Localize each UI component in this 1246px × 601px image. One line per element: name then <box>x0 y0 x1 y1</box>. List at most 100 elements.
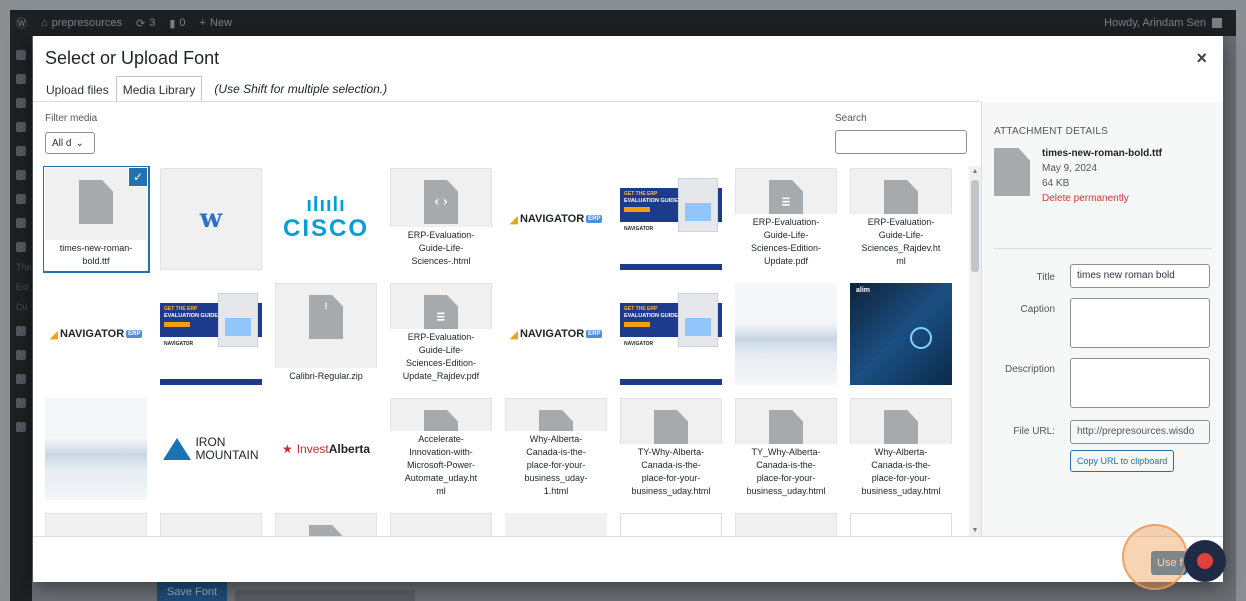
attachment-item[interactable] <box>45 398 147 500</box>
media-modal: Select or Upload Font × Upload files Med… <box>33 36 1223 582</box>
selected-check-icon[interactable]: ✓ <box>128 168 147 187</box>
attachment-item[interactable]: ≡ <box>275 513 377 536</box>
attachment-item[interactable]: ◢ NAVIGATOR ERP <box>505 168 607 270</box>
dashboard-icon[interactable] <box>16 50 26 60</box>
new-content-link[interactable]: + New <box>200 17 232 29</box>
attachment-item[interactable]: w <box>160 168 262 270</box>
guide-brand: NAVIGATOR <box>624 226 654 232</box>
scrollbar-thumb[interactable] <box>971 180 979 272</box>
zipper-glyph-icon: ⁞ <box>324 302 328 312</box>
filter-media-select[interactable]: All d ⌄ <box>45 132 95 154</box>
selection-hint: (Use Shift for multiple selection.) <box>214 82 388 96</box>
comments-icon[interactable] <box>16 170 26 180</box>
attachment-filename: Why-Alberta- Canada-is-the- place-for-yo… <box>850 443 952 500</box>
clock-icon[interactable] <box>16 74 26 84</box>
attachment-item[interactable]: times-new-roman- bold.ttf ✓ <box>45 168 147 270</box>
attachment-item[interactable]: GET THE ERP EVALUATION GUIDE NAVIGATOR <box>160 283 262 385</box>
media-icon[interactable] <box>16 122 26 132</box>
record-button[interactable] <box>1184 540 1226 582</box>
scroll-down-arrow-icon[interactable]: ▼ <box>969 527 981 534</box>
attachment-item[interactable] <box>45 513 147 536</box>
tab-media-library[interactable]: Media Library <box>115 76 203 102</box>
navigator-mark-icon: ◢ <box>509 213 518 226</box>
attachment-item[interactable]: GET THE ERP EVALUATION GUIDE NAVIGATOR <box>620 283 722 385</box>
title-field[interactable]: times new roman bold <box>1070 264 1210 288</box>
pin-icon[interactable] <box>16 98 26 108</box>
pages-icon[interactable] <box>16 146 26 156</box>
users-icon[interactable] <box>16 350 26 360</box>
attachment-item[interactable] <box>160 513 262 536</box>
attachment-item[interactable]: ◢ NAVIGATOR ERP <box>505 283 607 385</box>
attachment-item[interactable]: ≡ ERP-Evaluation- Guide-Life- Sciences-Ed… <box>390 283 492 385</box>
modal-title: Select or Upload Font <box>45 48 220 68</box>
navigator-wordmark: NAVIGATOR <box>519 328 585 340</box>
sidebar-text: The <box>16 262 32 272</box>
navigator-wordmark: NAVIGATOR <box>519 213 585 225</box>
attachment-item[interactable]: ılıılı CISCO <box>275 168 377 270</box>
attachments-grid: times-new-roman- bold.ttf ✓ w ılıılı CISCO ‹›… <box>43 166 969 536</box>
attachment-item[interactable]: ‹› ERP-Evaluation- Guide-Life- Sciences-.… <box>390 168 492 270</box>
code-glyph-icon: ‹› <box>432 194 450 210</box>
erp-tag: ERP <box>586 215 603 223</box>
attachment-item[interactable]: Why-Alberta- Canada-is-the- place-for-yo… <box>850 398 952 500</box>
tab-upload-files[interactable]: Upload files <box>39 76 116 102</box>
attachment-item[interactable]: ★ InvestAlberta <box>275 398 377 500</box>
attachment-item[interactable] <box>850 513 952 536</box>
form-icon[interactable] <box>16 194 26 204</box>
attachment-item[interactable] <box>390 513 492 536</box>
plugins-icon[interactable] <box>16 326 26 336</box>
attachment-item[interactable]: ⁞ Calibri-Regular.zip <box>275 283 377 385</box>
description-field[interactable] <box>1070 358 1210 408</box>
search-label: Search <box>835 113 867 124</box>
comments-link[interactable]: ▮ 0 <box>169 17 185 30</box>
file-icon <box>79 180 113 224</box>
attachment-item[interactable]: TY-Why-Alberta- Canada-is-the- place-for… <box>620 398 722 500</box>
attachment-item[interactable]: ERP-Evaluation- Guide-Life- Sciences_Raj… <box>850 168 952 270</box>
appearance-icon[interactable] <box>16 242 26 252</box>
attachment-filename: times-new-roman-bold.ttf <box>1042 148 1162 159</box>
save-font-button[interactable]: Save Font <box>157 582 227 601</box>
navigator-logo-image: ◢ NAVIGATOR ERP <box>505 168 607 270</box>
attachment-item[interactable] <box>620 513 722 536</box>
layers-icon[interactable] <box>16 422 26 432</box>
attachment-item[interactable]: ≡ ERP-Evaluation- Guide-Life- Sciences-Ed… <box>735 168 837 270</box>
attachment-item[interactable] <box>735 513 837 536</box>
invest-alberta-wordmark: InvestAlberta <box>297 442 370 456</box>
file-url-field[interactable]: http://prepresources.wisdo <box>1070 420 1210 444</box>
guide-kicker: GET THE ERP <box>164 306 198 312</box>
avatar <box>1212 18 1222 28</box>
settings-icon[interactable] <box>16 398 26 408</box>
scroll-up-arrow-icon[interactable]: ▲ <box>969 168 981 175</box>
attachment-item[interactable]: TY_Why-Alberta- Canada-is-the- place-for… <box>735 398 837 500</box>
attachment-item[interactable]: alim <box>850 283 952 385</box>
caption-field[interactable] <box>1070 298 1210 348</box>
copy-url-button[interactable]: Copy URL to clipboard <box>1070 450 1175 472</box>
wordpress-logo-icon[interactable]: Ⓦ <box>16 15 27 31</box>
attachment-size: 64 KB <box>1042 178 1070 189</box>
media-router: Upload files Media Library (Use Shift fo… <box>33 76 981 102</box>
guide-footer <box>620 264 722 270</box>
guide-cta-shape <box>164 322 190 327</box>
attachment-filename: TY_Why-Alberta- Canada-is-the- place-for… <box>735 443 837 500</box>
account-menu[interactable]: Howdy, Arindam Sen <box>1104 10 1222 36</box>
guide-cta-shape <box>624 207 650 212</box>
updates-link[interactable]: ⟳ 3 <box>136 17 155 30</box>
lines-glyph-icon: ≡ <box>781 194 791 210</box>
attachment-item[interactable]: Accelerate- Innovation-with- Microsoft-P… <box>390 398 492 500</box>
close-icon[interactable]: × <box>1196 48 1207 69</box>
mail-icon[interactable] <box>16 218 26 228</box>
attachment-item[interactable]: Why-Alberta- Canada-is-the- place-for-yo… <box>505 398 607 500</box>
target-icon <box>910 327 932 349</box>
search-input[interactable] <box>835 130 967 154</box>
grid-scrollbar[interactable]: ▲ ▼ <box>969 166 981 536</box>
technology-photo-image: alim <box>850 283 952 385</box>
site-name-link[interactable]: ⌂ prepresources <box>41 17 122 29</box>
attachment-item[interactable]: GET THE ERP EVALUATION GUIDE NAVIGATOR <box>620 168 722 270</box>
attachment-item[interactable]: ◢ NAVIGATOR ERP <box>45 283 147 385</box>
delete-permanently-link[interactable]: Delete permanently <box>1042 191 1162 206</box>
tools-icon[interactable] <box>16 374 26 384</box>
attachment-item[interactable]: IRON MOUNTAIN <box>160 398 262 500</box>
divider <box>33 101 981 102</box>
attachment-item[interactable] <box>735 283 837 385</box>
attachment-item[interactable] <box>505 513 607 536</box>
